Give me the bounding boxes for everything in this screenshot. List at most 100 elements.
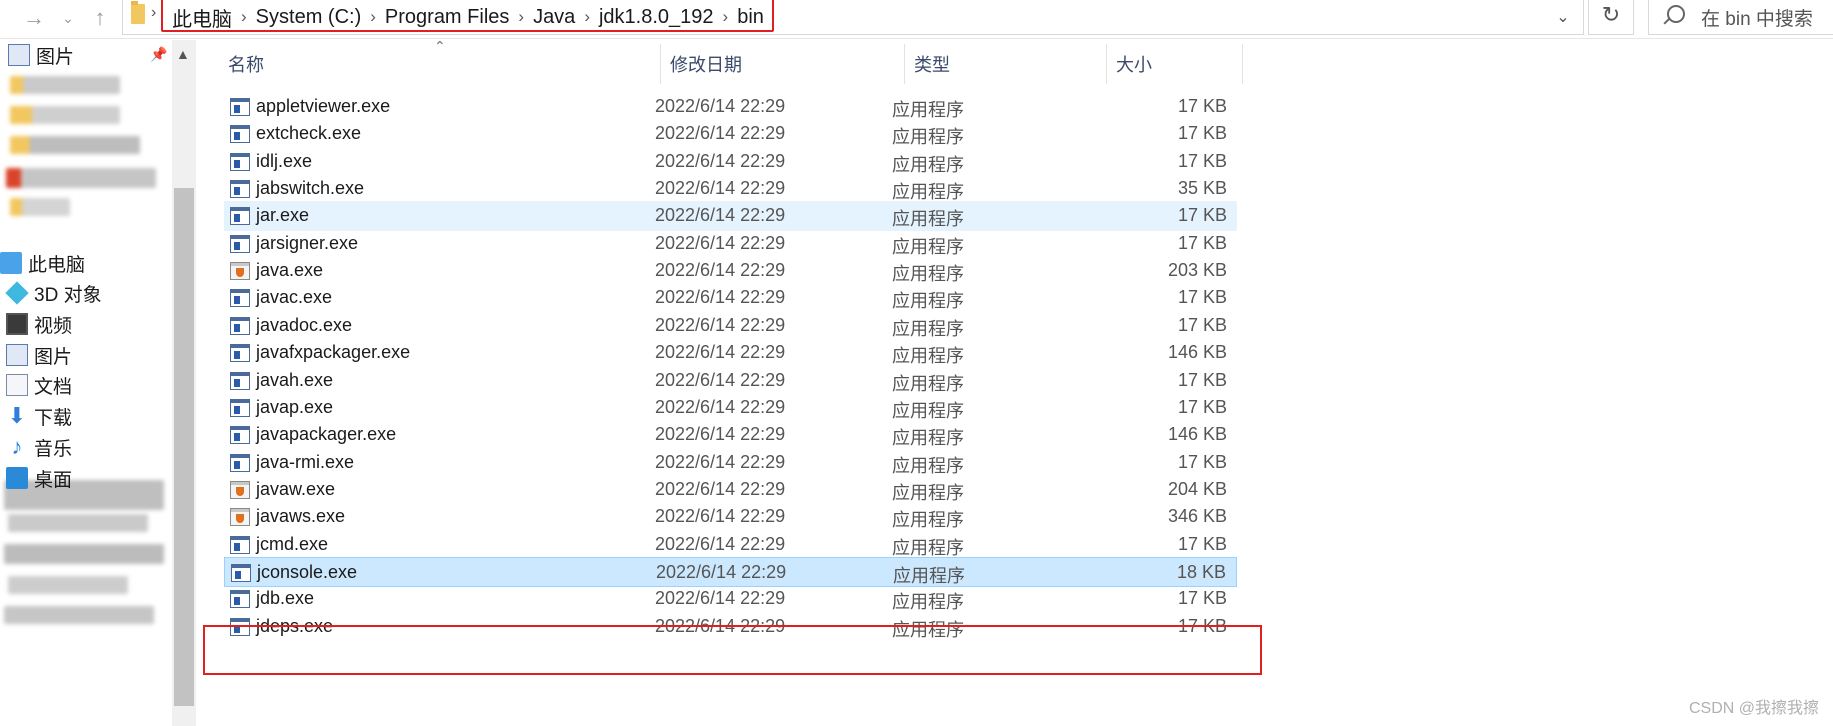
file-size: 17 KB: [1177, 369, 1227, 390]
file-size: 204 KB: [1167, 478, 1227, 499]
file-row[interactable]: java-rmi.exe 2022/6/14 22:29 应用程序 17 KB: [224, 448, 1237, 478]
search-placeholder: 在 bin 中搜索: [1701, 9, 1813, 30]
file-row[interactable]: jconsole.exe 2022/6/14 22:29 应用程序 18 KB: [224, 556, 1237, 587]
address-bar-row: → ⌄ ↑ › 此电脑 › System (C:) › Program Files › Ja…: [0, 0, 1833, 39]
file-size: 35 KB: [1177, 178, 1227, 199]
file-type: 应用程序: [892, 482, 964, 503]
chevron-right-icon[interactable]: ›: [151, 4, 156, 22]
exe-icon: [230, 234, 250, 253]
file-type: 应用程序: [892, 537, 964, 558]
sidebar-item-cube[interactable]: 3D 对象: [5, 278, 102, 308]
column-divider[interactable]: [660, 44, 661, 84]
file-name: idlj.exe: [256, 150, 313, 171]
download-icon: ⬇: [7, 403, 27, 428]
sidebar-item-label: 视频: [34, 315, 73, 337]
file-date: 2022/6/14 22:29: [656, 561, 787, 582]
file-type: 应用程序: [892, 182, 964, 203]
file-row[interactable]: javafxpackager.exe 2022/6/14 22:29 应用程序 146…: [224, 338, 1237, 368]
file-name: jdb.exe: [256, 588, 315, 609]
computer-icon: [0, 252, 22, 274]
recent-locations-chevron-icon[interactable]: ⌄: [54, 4, 82, 32]
file-name: javah.exe: [256, 369, 334, 390]
column-header-type[interactable]: 类型: [914, 44, 950, 84]
file-row[interactable]: jar.exe 2022/6/14 22:29 应用程序 17 KB: [224, 201, 1237, 232]
sidebar-item-label: 图片: [36, 46, 75, 68]
sidebar-item-pinned-pictures[interactable]: 图片: [8, 40, 74, 70]
file-date: 2022/6/14 22:29: [655, 205, 786, 226]
file-row[interactable]: javapackager.exe 2022/6/14 22:29 应用程序 146 K…: [224, 420, 1237, 450]
address-dropdown-icon[interactable]: ⌄: [1548, 4, 1578, 32]
column-divider[interactable]: [1242, 44, 1243, 84]
column-divider[interactable]: [1106, 44, 1107, 84]
file-size: 17 KB: [1177, 205, 1227, 226]
file-row[interactable]: jarsigner.exe 2022/6/14 22:29 应用程序 17 KB: [224, 229, 1237, 259]
file-row[interactable]: javaws.exe 2022/6/14 22:29 应用程序 346 KB: [224, 502, 1237, 532]
file-row[interactable]: appletviewer.exe 2022/6/14 22:29 应用程序 17 KB: [224, 92, 1237, 122]
java-icon: [230, 480, 250, 499]
breadcrumb-annotation-box: [161, 0, 774, 32]
sidebar-item-picture[interactable]: 图片: [6, 340, 72, 370]
file-row[interactable]: javac.exe 2022/6/14 22:29 应用程序 17 KB: [224, 283, 1237, 313]
file-name: javaw.exe: [256, 478, 336, 499]
file-row[interactable]: javap.exe 2022/6/14 22:29 应用程序 17 KB: [224, 393, 1237, 423]
sidebar-scrollbar-thumb[interactable]: [174, 188, 194, 706]
column-header-name[interactable]: 名称: [228, 44, 264, 84]
file-name: javadoc.exe: [256, 314, 353, 335]
file-date: 2022/6/14 22:29: [655, 314, 786, 335]
column-header-size[interactable]: 大小: [1116, 44, 1152, 84]
file-type: 应用程序: [892, 373, 964, 394]
file-row[interactable]: jcmd.exe 2022/6/14 22:29 应用程序 17 KB: [224, 530, 1237, 560]
file-date: 2022/6/14 22:29: [655, 260, 786, 281]
file-row[interactable]: java.exe 2022/6/14 22:29 应用程序 203 KB: [224, 256, 1237, 286]
sidebar-item-label: 文档: [34, 376, 73, 398]
file-size: 203 KB: [1167, 260, 1227, 281]
file-row[interactable]: idlj.exe 2022/6/14 22:29 应用程序 17 KB: [224, 147, 1237, 177]
scroll-up-arrow-icon[interactable]: ▲: [176, 46, 190, 62]
sidebar-item-label: 桌面: [34, 469, 73, 491]
file-row[interactable]: jdb.exe 2022/6/14 22:29 应用程序 17 KB: [224, 584, 1237, 614]
file-date: 2022/6/14 22:29: [655, 287, 786, 308]
picture-icon: [6, 344, 28, 366]
file-date: 2022/6/14 22:29: [655, 424, 786, 445]
file-name: java.exe: [256, 260, 324, 281]
file-row[interactable]: javaw.exe 2022/6/14 22:29 应用程序 204 KB: [224, 475, 1237, 505]
document-icon: [6, 374, 28, 396]
exe-icon: [230, 590, 250, 609]
desktop-icon: [6, 467, 28, 489]
file-type: 应用程序: [892, 455, 964, 476]
file-size: 17 KB: [1177, 232, 1227, 253]
sidebar-item-desktop[interactable]: 桌面: [6, 463, 72, 493]
blurred-quick-access-item: [10, 198, 70, 216]
java-icon: [230, 262, 250, 281]
blurred-quick-access-item: [4, 544, 164, 564]
sidebar-item-music[interactable]: ♪ 音乐: [6, 432, 73, 462]
column-divider[interactable]: [904, 44, 905, 84]
exe-icon: [230, 152, 250, 171]
file-date: 2022/6/14 22:29: [655, 588, 786, 609]
file-type: 应用程序: [892, 510, 964, 531]
exe-icon: [230, 125, 250, 144]
sidebar-item-download[interactable]: ⬇ 下载: [6, 401, 72, 431]
file-row[interactable]: javadoc.exe 2022/6/14 22:29 应用程序 17 KB: [224, 311, 1237, 341]
file-date: 2022/6/14 22:29: [655, 232, 786, 253]
up-arrow-icon[interactable]: ↑: [86, 4, 114, 32]
file-date: 2022/6/14 22:29: [655, 506, 786, 527]
file-row[interactable]: javah.exe 2022/6/14 22:29 应用程序 17 KB: [224, 366, 1237, 396]
blurred-quick-access-item: [10, 76, 120, 94]
file-size: 146 KB: [1167, 342, 1227, 363]
file-row[interactable]: jabswitch.exe 2022/6/14 22:29 应用程序 35 KB: [224, 174, 1237, 204]
sidebar-item-document[interactable]: 文档: [6, 370, 72, 400]
file-row[interactable]: extcheck.exe 2022/6/14 22:29 应用程序 17 KB: [224, 119, 1237, 149]
file-date: 2022/6/14 22:29: [655, 342, 786, 363]
file-type: 应用程序: [892, 209, 964, 230]
file-size: 17 KB: [1177, 451, 1227, 472]
search-input[interactable]: 在 bin 中搜索: [1648, 0, 1833, 35]
sidebar-item-computer[interactable]: 此电脑: [0, 248, 85, 278]
refresh-button[interactable]: ↻: [1588, 0, 1634, 35]
sidebar-item-video[interactable]: 视频: [6, 309, 72, 339]
column-header-date[interactable]: 修改日期: [670, 44, 742, 84]
java-icon: [230, 508, 250, 527]
forward-arrow-icon[interactable]: →: [20, 4, 48, 32]
file-size: 17 KB: [1177, 123, 1227, 144]
exe-icon: [230, 426, 250, 445]
